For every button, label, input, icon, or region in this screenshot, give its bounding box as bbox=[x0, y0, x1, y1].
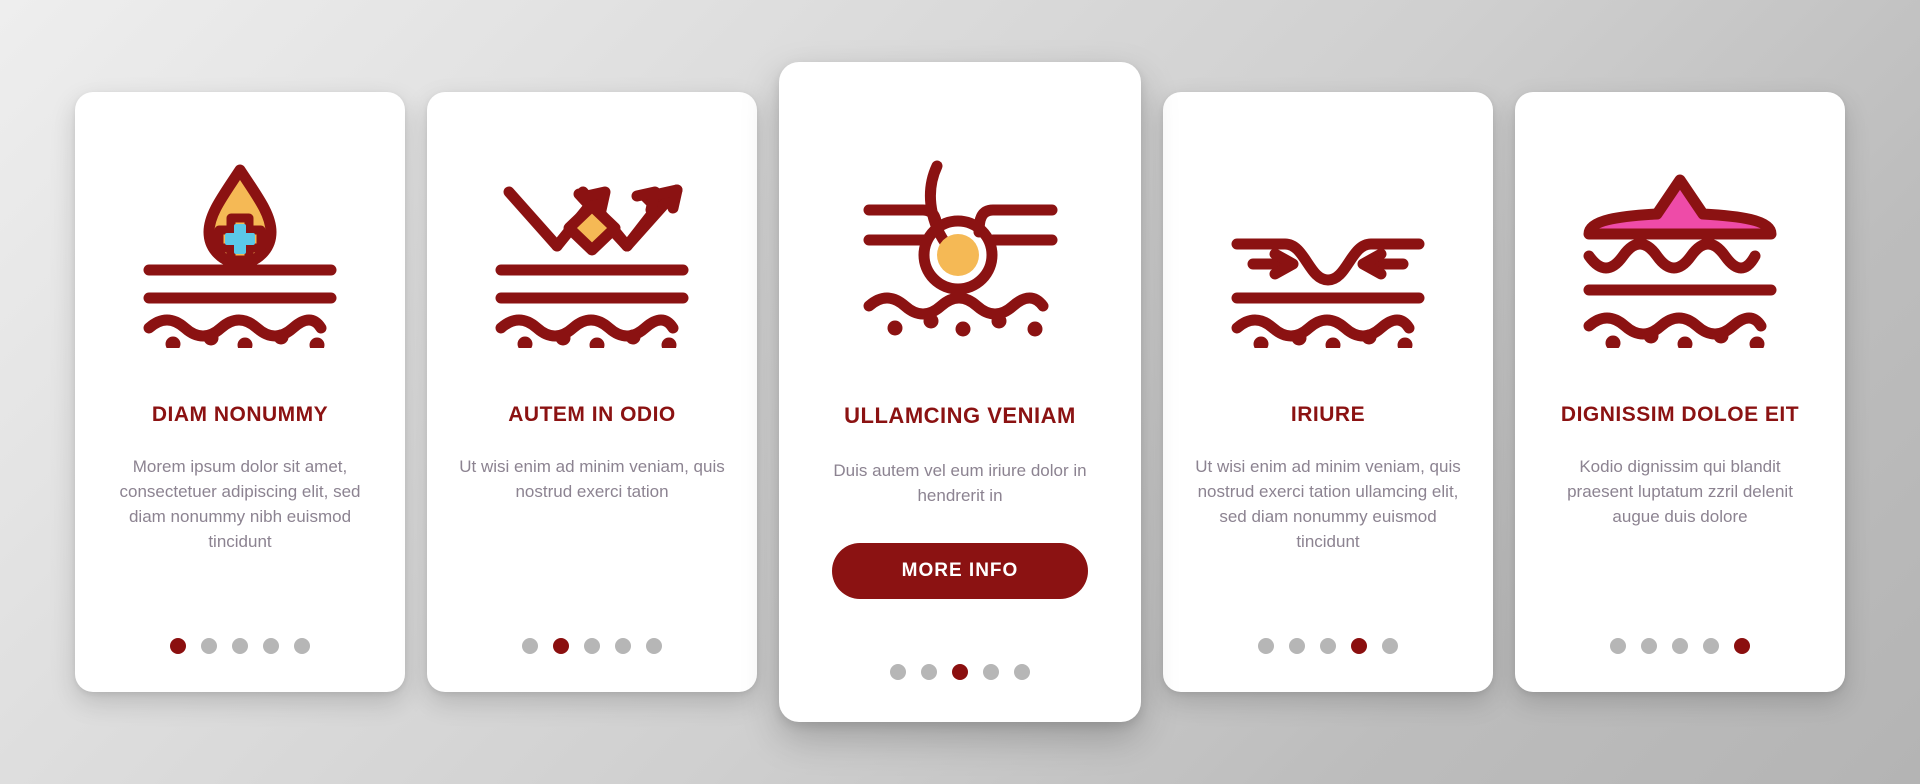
skin-blood-drop-medical-cross-icon bbox=[101, 138, 379, 368]
card-body-text: Ut wisi enim ad minim veniam, quis nostr… bbox=[459, 457, 725, 502]
card-title: DIAM NONUMMY bbox=[151, 403, 329, 426]
pagination-dot[interactable] bbox=[584, 638, 600, 654]
pagination-dot[interactable] bbox=[1289, 638, 1305, 654]
pagination-dot[interactable] bbox=[1610, 638, 1626, 654]
card-body-text: Duis autem vel eum iriure dolor in hendr… bbox=[833, 461, 1087, 506]
card-title: IRIURE bbox=[1290, 403, 1366, 426]
skin-hair-follicle-icon bbox=[809, 118, 1111, 373]
pagination-dots[interactable] bbox=[779, 664, 1141, 680]
pagination-dot[interactable] bbox=[1641, 638, 1657, 654]
pagination-dot[interactable] bbox=[1734, 638, 1750, 654]
pagination-dot[interactable] bbox=[646, 638, 662, 654]
pagination-dot[interactable] bbox=[232, 638, 248, 654]
pagination-dots[interactable] bbox=[75, 638, 405, 654]
card-title: AUTEM IN ODIO bbox=[508, 403, 676, 426]
skin-uv-ray-reflection-icon bbox=[453, 138, 731, 368]
pagination-dots[interactable] bbox=[427, 638, 757, 654]
pagination-dot[interactable] bbox=[890, 664, 906, 680]
skin-raised-bump-swelling-icon bbox=[1541, 138, 1819, 368]
onboarding-card-3-featured[interactable]: ULLAMCING VENIAM Duis autem vel eum iriu… bbox=[779, 62, 1141, 722]
pagination-dot[interactable] bbox=[294, 638, 310, 654]
more-info-button[interactable]: MORE INFO bbox=[832, 543, 1088, 600]
pagination-dot[interactable] bbox=[201, 638, 217, 654]
card-body-text: Morem ipsum dolor sit amet, consectetuer… bbox=[119, 457, 361, 552]
card-body-text: Kodio dignissim qui blandit praesent lup… bbox=[1567, 457, 1793, 527]
onboarding-card-4[interactable]: IRIURE Ut wisi enim ad minim veniam, qui… bbox=[1163, 92, 1493, 692]
pagination-dot[interactable] bbox=[983, 664, 999, 680]
pagination-dot[interactable] bbox=[952, 664, 968, 680]
pagination-dot[interactable] bbox=[263, 638, 279, 654]
card-body-text: Ut wisi enim ad minim veniam, quis nostr… bbox=[1195, 457, 1461, 552]
onboarding-card-carousel: DIAM NONUMMY Morem ipsum dolor sit amet,… bbox=[0, 0, 1920, 784]
onboarding-card-2[interactable]: AUTEM IN ODIO Ut wisi enim ad minim veni… bbox=[427, 92, 757, 692]
pagination-dot[interactable] bbox=[921, 664, 937, 680]
pagination-dots[interactable] bbox=[1515, 638, 1845, 654]
onboarding-card-5[interactable]: DIGNISSIM DOLOE EIT Kodio dignissim qui … bbox=[1515, 92, 1845, 692]
pagination-dot[interactable] bbox=[615, 638, 631, 654]
pagination-dot[interactable] bbox=[1382, 638, 1398, 654]
pagination-dot[interactable] bbox=[553, 638, 569, 654]
pagination-dot[interactable] bbox=[522, 638, 538, 654]
skin-wrinkle-compression-arrows-icon bbox=[1189, 138, 1467, 368]
pagination-dots[interactable] bbox=[1163, 638, 1493, 654]
pagination-dot[interactable] bbox=[170, 638, 186, 654]
pagination-dot[interactable] bbox=[1258, 638, 1274, 654]
pagination-dot[interactable] bbox=[1320, 638, 1336, 654]
pagination-dot[interactable] bbox=[1014, 664, 1030, 680]
onboarding-card-1[interactable]: DIAM NONUMMY Morem ipsum dolor sit amet,… bbox=[75, 92, 405, 692]
pagination-dot[interactable] bbox=[1703, 638, 1719, 654]
card-title: ULLAMCING VENIAM bbox=[844, 403, 1076, 428]
pagination-dot[interactable] bbox=[1351, 638, 1367, 654]
card-title: DIGNISSIM DOLOE EIT bbox=[1560, 403, 1800, 426]
pagination-dot[interactable] bbox=[1672, 638, 1688, 654]
